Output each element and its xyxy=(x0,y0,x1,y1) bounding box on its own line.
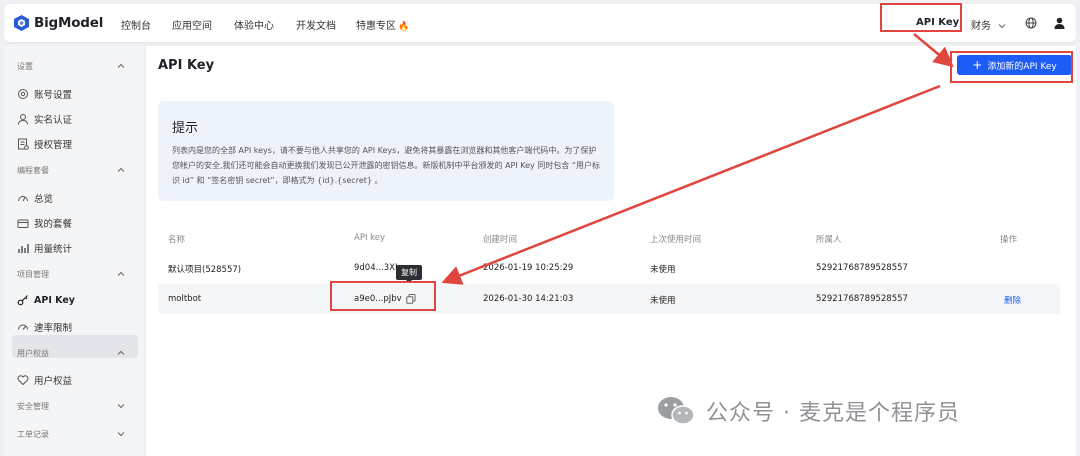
cell-name: 默认项目(528557) xyxy=(168,265,242,275)
watermark-text: 公众号 · 麦克是个程序员 xyxy=(706,401,960,426)
nav-console[interactable]: 控制台 xyxy=(121,17,151,32)
heart-icon xyxy=(17,375,29,386)
user-icon xyxy=(18,114,28,125)
app-name: BigModel xyxy=(34,15,104,31)
sidebar-item-label: 我的套餐 xyxy=(34,219,73,230)
annotation-box-copy-key xyxy=(330,281,436,311)
sidebar-item-label: API Key xyxy=(34,294,75,306)
chevron-up-icon[interactable] xyxy=(117,166,125,174)
fire-icon: 🔥 xyxy=(398,22,410,32)
nav-experience-center[interactable]: 体验中心 xyxy=(234,17,274,32)
nav-special-offers-label: 特惠专区 xyxy=(356,21,396,32)
delete-link[interactable]: 删除 xyxy=(1004,294,1021,306)
sidebar-item-label: 用户权益 xyxy=(34,376,73,387)
sidebar-item-authorization[interactable]: 授权管理 xyxy=(17,137,72,151)
sidebar-item-overview[interactable]: 总览 xyxy=(17,191,53,205)
nav-special-offers[interactable]: 特惠专区 🔥 xyxy=(356,17,409,32)
sidebar-item-account-settings[interactable]: 账号设置 xyxy=(17,87,72,101)
notice-body: 列表内是您的全部 API keys，请不要与他人共享您的 API Keys，避免… xyxy=(172,146,601,185)
sidebar-item-label: 实名认证 xyxy=(34,115,73,126)
column-header-owner: 所属人 xyxy=(816,235,842,245)
dashboard-icon xyxy=(18,196,28,202)
package-icon xyxy=(17,219,29,228)
chevron-down-icon[interactable] xyxy=(117,402,125,410)
sidebar-item-real-name[interactable]: 实名认证 xyxy=(17,112,72,126)
notice-card: 提示 列表内是您的全部 API keys，请不要与他人共享您的 API Keys… xyxy=(158,101,614,201)
sidebar: 设置 账号设置 实名认证 授权管理 编程套餐 总览 我的套餐 用量统计 项目管理… xyxy=(4,46,144,456)
main-content: API Key + 添加新的API Key 提示 列表内是您的全部 API ke… xyxy=(146,46,1076,456)
column-header-last-used: 上次使用时间 xyxy=(650,235,702,245)
wechat-icon xyxy=(658,397,695,425)
cell-api-key: 9d04...3XL xyxy=(354,263,400,273)
chevron-down-icon xyxy=(998,24,1006,29)
cell-owner: 52921768789528557 xyxy=(816,263,908,273)
globe-icon[interactable] xyxy=(1025,17,1037,29)
column-header-api-key: API key xyxy=(354,233,386,243)
logo-icon xyxy=(14,15,29,31)
sidebar-group-tickets[interactable]: 工单记录 xyxy=(17,429,49,440)
speed-icon xyxy=(18,324,28,330)
chevron-down-icon[interactable] xyxy=(117,430,125,438)
nav-dev-docs[interactable]: 开发文档 xyxy=(296,17,336,32)
column-header-created: 创建时间 xyxy=(483,235,518,245)
sidebar-item-api-key[interactable]: API Key xyxy=(17,294,75,306)
document-icon xyxy=(18,138,29,150)
sidebar-item-usage-stats[interactable]: 用量统计 xyxy=(17,241,72,255)
gear-icon xyxy=(18,89,28,99)
chevron-up-icon[interactable] xyxy=(117,349,125,357)
notice-title: 提示 xyxy=(172,121,199,136)
table-row: 默认项目(528557) 9d04...3XL 2026-01-19 10:25… xyxy=(158,253,1060,283)
nav-finance-label: 财务 xyxy=(971,21,991,32)
annotation-box-api-key-nav xyxy=(880,3,962,32)
sidebar-group-user-benefits[interactable]: 用户权益 xyxy=(17,348,49,359)
table-row: moltbot a9e0...pJbv 2026-01-30 14:21:03 … xyxy=(158,284,1060,314)
nav-finance[interactable]: 财务 xyxy=(971,17,1006,32)
watermark: 公众号 · 麦克是个程序员 xyxy=(656,395,960,427)
key-icon xyxy=(17,295,28,306)
cell-created: 2026-01-30 14:21:03 xyxy=(483,294,574,304)
chevron-up-icon[interactable] xyxy=(117,62,125,70)
sidebar-item-label: 用量统计 xyxy=(34,244,73,255)
logo[interactable]: BigModel xyxy=(14,15,103,31)
sidebar-item-label: 授权管理 xyxy=(34,140,73,151)
column-header-actions: 操作 xyxy=(1000,235,1018,245)
sidebar-item-label: 速率限制 xyxy=(34,323,73,334)
sidebar-item-label: 账号设置 xyxy=(34,90,73,101)
cell-name: moltbot xyxy=(168,294,202,304)
sidebar-group-coding-plan[interactable]: 编程套餐 xyxy=(17,165,49,176)
column-header-name: 名称 xyxy=(168,235,186,245)
chevron-up-icon[interactable] xyxy=(117,270,125,278)
sidebar-item-rate-limit[interactable]: 速率限制 xyxy=(17,320,72,334)
sidebar-group-security[interactable]: 安全管理 xyxy=(17,401,49,412)
cell-last-used: 未使用 xyxy=(650,265,676,275)
sidebar-item-label: 总览 xyxy=(34,194,54,205)
sidebar-item-user-benefits[interactable]: 用户权益 xyxy=(17,373,72,387)
cell-owner: 52921768789528557 xyxy=(816,294,908,304)
sidebar-item-my-plan[interactable]: 我的套餐 xyxy=(17,216,72,230)
cell-last-used: 未使用 xyxy=(650,296,676,306)
user-avatar-icon[interactable] xyxy=(1054,17,1065,29)
cell-created: 2026-01-19 10:25:29 xyxy=(483,263,574,273)
sidebar-group-project-management[interactable]: 项目管理 xyxy=(17,269,49,280)
chart-icon xyxy=(18,244,29,253)
sidebar-group-settings[interactable]: 设置 xyxy=(17,61,33,72)
annotation-box-add-button xyxy=(950,51,1073,83)
nav-app-space[interactable]: 应用空间 xyxy=(172,17,212,32)
copy-tooltip: 复制 xyxy=(396,265,422,283)
page-title: API Key xyxy=(158,58,215,73)
